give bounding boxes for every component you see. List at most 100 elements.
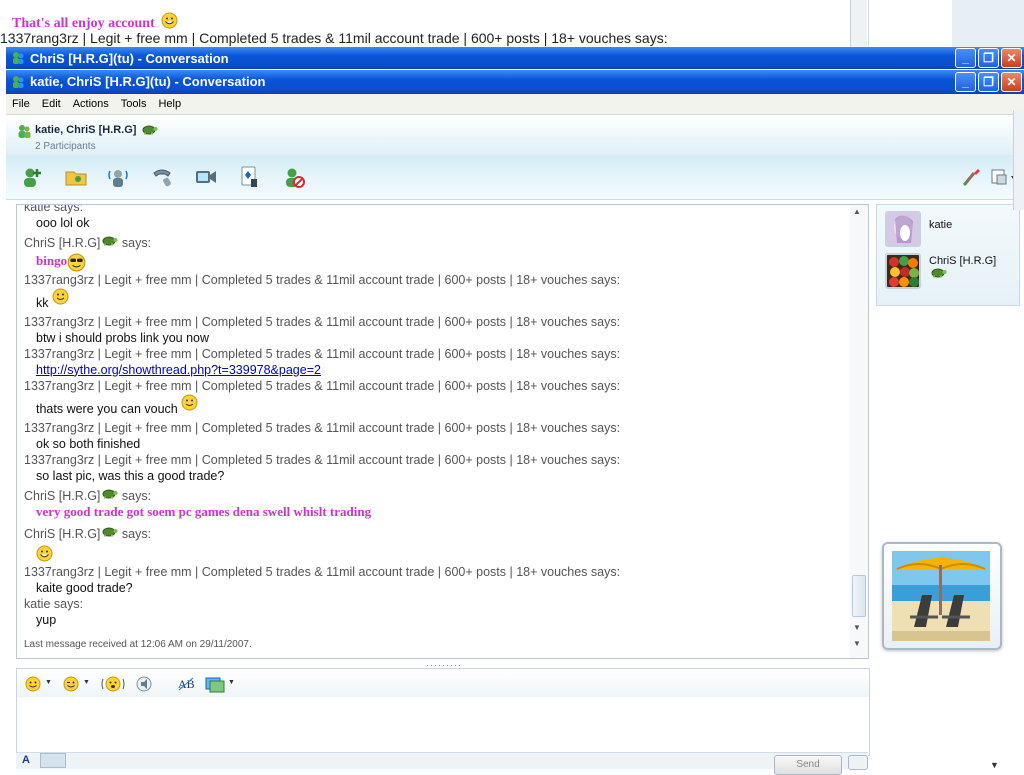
participant-scrollbar[interactable] [1013,110,1024,210]
background-window-title: ChriS [H.R.G](tu) - Conversation [30,51,229,66]
conversation-window: File Edit Actions Tools Help katie, ChriS [H… [6,94,1024,775]
smile-emoticon-icon [52,288,69,305]
scroll-thumb[interactable] [852,575,866,617]
menu-help[interactable]: Help [152,94,187,114]
message-text: ok so both finished [36,436,141,451]
phone-icon[interactable] [150,165,174,189]
participant-name: katie [929,219,953,231]
message: katie says: [24,596,84,611]
nudge-icon[interactable] [101,675,125,693]
bg-scrollbar[interactable] [850,0,867,48]
input-mode-bar: A [16,752,868,769]
participant-name: ChriS [H.R.G] [929,255,996,279]
background-window-titlebar[interactable]: ChriS [H.R.G](tu) - Conversation _ ❐ ✕ [6,47,1024,69]
menu-edit[interactable]: Edit [36,94,67,114]
minimize-button[interactable]: _ [955,72,976,92]
message: 1337rang3rz | Legit + free mm | Complete… [24,314,621,329]
voice-clip-icon[interactable] [135,675,153,693]
message-text: bingo [24,251,844,272]
close-button[interactable]: ✕ [1001,72,1022,92]
message: ChriS [H.R.G] says: [24,526,152,541]
participant-item[interactable]: katie [885,211,1015,251]
participant-list: katie ChriS [H.R.G] [876,204,1020,306]
message-sender: 1337rang3rz | Legit + free mm | Complete… [24,272,588,287]
conversation-scrollbar[interactable]: ▲ ▼ ▼ [850,204,869,659]
turtle-emoticon-icon [931,268,947,278]
menu-tools[interactable]: Tools [115,94,153,114]
paintbrush-icon[interactable] [962,167,982,187]
katie-avatar-icon [887,213,919,245]
menu-actions[interactable]: Actions [67,94,115,114]
chris-avatar-icon [887,255,919,287]
message: 1337rang3rz | Legit + free mm | Complete… [24,378,621,393]
window-title: katie, ChriS [H.R.G](tu) - Conversation [30,74,266,89]
text-mode-icon[interactable]: A [22,754,30,766]
games-icon[interactable] [238,165,262,189]
bg-message-line: That's all enjoy account [12,12,178,32]
scroll-up-icon[interactable]: ▲ [853,207,861,216]
handwriting-mode-icon[interactable] [40,753,66,768]
send-button[interactable]: Send [774,755,842,775]
message-text: yup [36,612,57,627]
scroll-end-icon[interactable]: ▼ [853,639,861,648]
message: 1337rang3rz | Legit + free mm | Complete… [24,272,621,287]
chevron-down-icon[interactable]: ▼ [83,679,90,686]
last-message-status: Last message received at 12:06 AM on 29/… [24,639,252,650]
beach-picture-icon [892,551,990,641]
messenger-icon [13,76,24,88]
message-sender: ChriS [H.R.G] [24,236,101,250]
thread-link[interactable]: http://sythe.org/showthread.php?t=339978… [36,363,321,377]
message: ChriS [H.R.G] says: [24,488,152,503]
contacts-icon [18,125,31,138]
avatar[interactable] [885,211,921,247]
message: katie says: [24,204,844,215]
message-sender: 1337rang3rz | Legit + free mm | Complete… [24,452,588,467]
background-icon[interactable] [205,675,225,693]
message: 1337rang3rz | Legit + free mm | Complete… [24,564,621,579]
beach-chairs-image [892,551,990,641]
block-icon[interactable] [282,165,306,189]
chevron-down-icon[interactable]: ▼ [45,679,52,686]
input-toolbar: ▼ ▼ AB ▼ [16,668,870,698]
turtle-emoticon-icon [102,489,118,499]
scroll-down-icon[interactable]: ▼ [853,623,861,632]
my-display-picture[interactable] [882,542,1002,650]
share-folder-icon[interactable] [64,165,88,189]
avatar[interactable] [885,253,921,289]
message: 1337rang3rz | Legit + free mm | Complete… [24,420,621,435]
invite-contact-icon[interactable] [20,165,44,189]
emoticon-icon[interactable] [25,675,43,693]
action-toolbar [6,155,1024,200]
chevron-down-icon[interactable]: ▼ [990,760,999,770]
close-button[interactable]: ✕ [1001,48,1022,68]
turtle-emoticon-icon [102,527,118,537]
chevron-down-icon[interactable]: ▼ [228,679,235,686]
message: 1337rang3rz | Legit + free mm | Complete… [24,452,621,467]
font-icon[interactable]: AB [177,675,195,693]
wink-icon[interactable] [63,675,81,693]
voice-call-icon[interactable] [106,165,130,189]
minimize-button[interactable]: _ [955,48,976,68]
maximize-button[interactable]: ❐ [978,48,999,68]
message-sender: katie [24,596,51,611]
maximize-button[interactable]: ❐ [978,72,999,92]
video-icon[interactable] [194,165,218,189]
menu-file[interactable]: File [6,94,36,114]
message-sender: 1337rang3rz | Legit + free mm | Complete… [24,314,588,329]
message-sender: 1337rang3rz | Legit + free mm | Complete… [24,564,588,579]
message: ChriS [H.R.G] says: [24,236,152,250]
message-text: kaite good trade? [36,580,133,595]
participants-title: katie, ChriS [H.R.G] [35,124,158,136]
window-titlebar[interactable]: katie, ChriS [H.R.G](tu) - Conversation … [6,70,1024,94]
message-sender: katie [24,204,51,214]
conversation-header: katie, ChriS [H.R.G] 2 Participants [6,115,1024,155]
message-text: http://sythe.org/showthread.php?t=339978… [24,362,844,378]
turtle-emoticon-icon [102,236,118,246]
message-input[interactable] [16,697,870,756]
message-text: btw i should probs link you now [36,330,210,345]
conversation-history[interactable]: katie says: ooo lol ok ChriS [H.R.G] say… [16,204,852,659]
message-sender: 1337rang3rz | Legit + free mm | Complete… [24,378,588,393]
cool-emoticon-icon [67,253,86,271]
participant-item[interactable]: ChriS [H.R.G] [885,253,1015,293]
message-text: ooo lol ok [36,216,90,230]
